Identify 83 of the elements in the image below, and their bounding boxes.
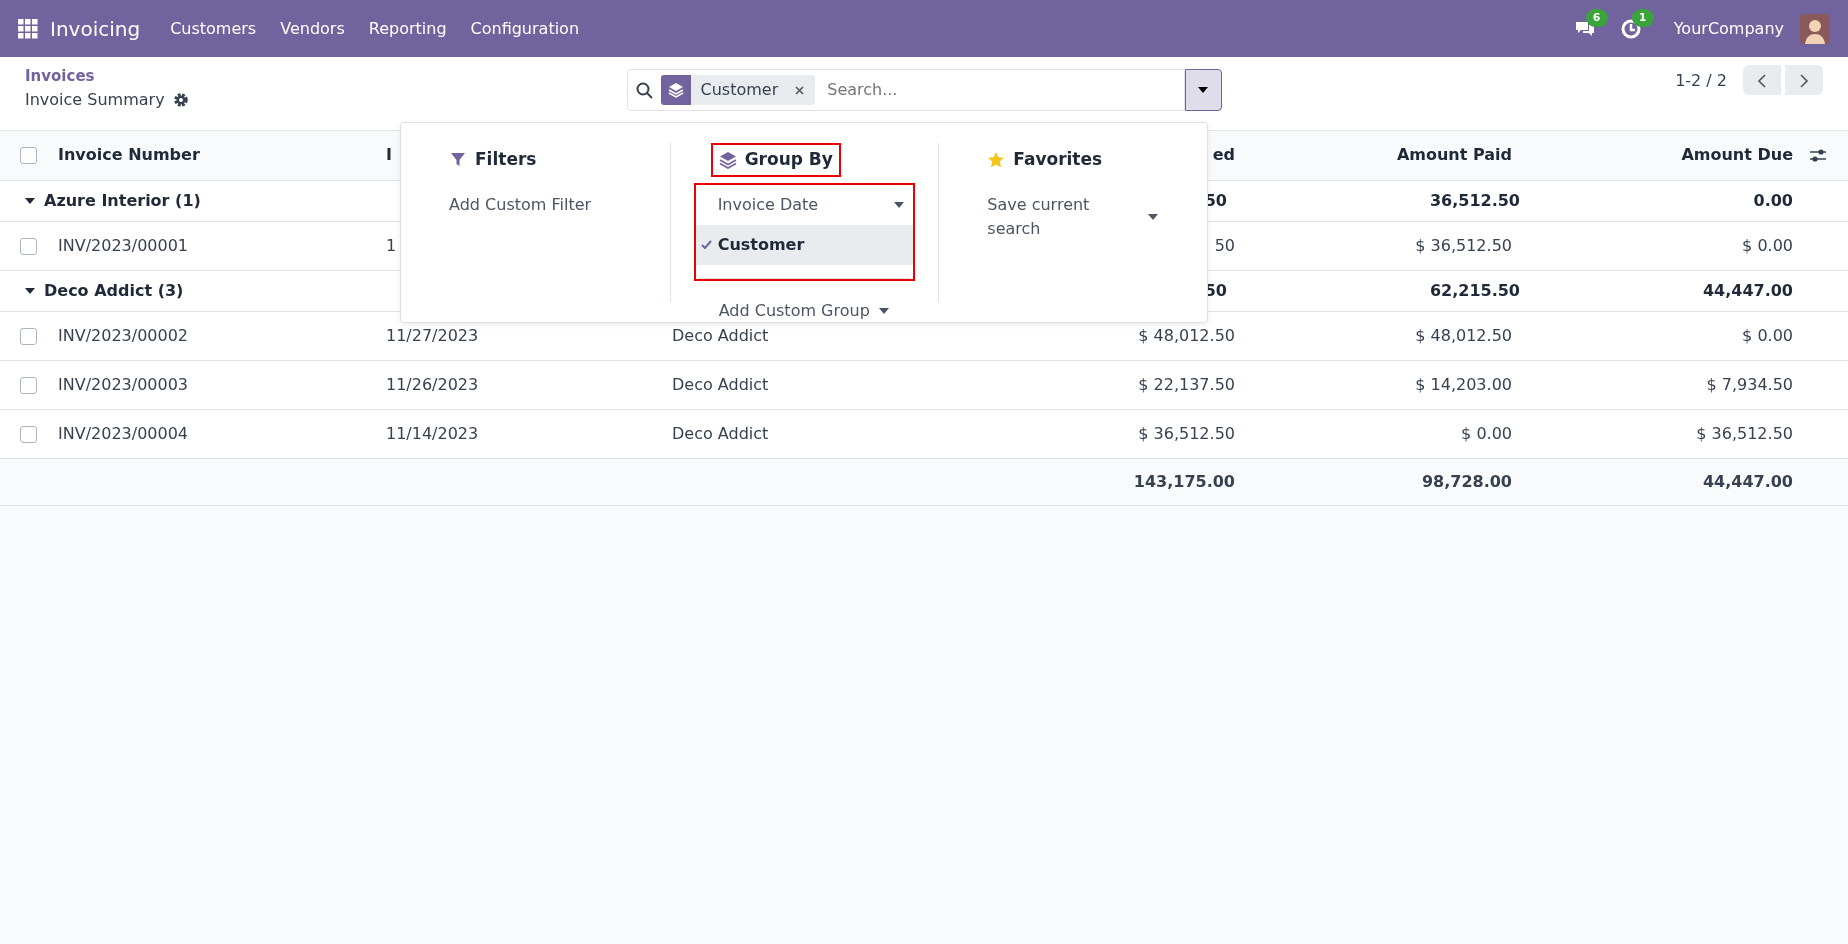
table-cell: $ 48,012.50: [1138, 325, 1235, 345]
table-cell: $ 0.00: [1461, 423, 1512, 443]
table-cell: $ 0.00: [1742, 235, 1793, 255]
table-cell: Deco Addict: [672, 374, 769, 394]
count-badge: 1: [1631, 8, 1654, 28]
table-cell: 11/14/2023: [386, 423, 479, 443]
caret-icon: [878, 306, 891, 315]
caret-icon: [1147, 212, 1159, 221]
table-cell: INV/2023/00004: [58, 423, 189, 443]
gear-icon[interactable]: [172, 91, 189, 108]
table-cell: $ 36,512.50: [1138, 423, 1235, 443]
table-cell: 50: [1214, 235, 1235, 255]
table-cell: $ 0.00: [1742, 325, 1793, 345]
table-cell: $ 14,203.00: [1415, 374, 1512, 394]
filter-icon: [449, 150, 467, 169]
star-icon: [987, 150, 1006, 169]
table-cell: INV/2023/00003: [58, 374, 189, 394]
row-checkbox[interactable]: [20, 376, 37, 394]
search-field[interactable]: Customer Search...: [626, 69, 1185, 111]
table-cell: INV/2023/00001: [58, 235, 189, 255]
count-badge: 6: [1585, 8, 1608, 28]
column-header[interactable]: I: [386, 145, 392, 165]
table-cell: $ 22,137.50: [1138, 374, 1235, 394]
total-value: 44,447.00: [1702, 471, 1793, 491]
table-cell: Deco Addict: [672, 325, 769, 345]
breadcrumb-link[interactable]: Invoices: [25, 65, 585, 88]
layers-icon: [718, 150, 737, 169]
table-cell: 11/27/2023: [386, 325, 479, 345]
select-all-checkbox[interactable]: [20, 147, 37, 165]
caret-icon: [893, 200, 906, 209]
apps-menu-icon[interactable]: [18, 18, 38, 39]
table-cell: Deco Addict: [672, 423, 769, 443]
close-icon[interactable]: [794, 84, 806, 96]
clock-icon[interactable]: [1619, 18, 1642, 40]
group-total: 62,215.50: [1429, 280, 1520, 300]
layers-icon: [667, 82, 684, 98]
section-title: Favorites: [979, 143, 1111, 177]
menu-link[interactable]: Reporting: [356, 16, 459, 41]
row-checkbox[interactable]: [20, 237, 37, 255]
section-title: Filters: [441, 143, 545, 177]
table-cell: $ 36,512.50: [1696, 423, 1793, 443]
avatar-icon[interactable]: [1800, 13, 1830, 44]
menu-item[interactable]: Customer: [695, 224, 914, 265]
table-cell: INV/2023/00002: [58, 325, 189, 345]
pager-value: 1-2 / 2: [1675, 70, 1727, 92]
group-total: 44,447.00: [1702, 280, 1793, 300]
menu-link[interactable]: Vendors: [268, 16, 357, 41]
search-options-toggle[interactable]: [1184, 69, 1222, 111]
table-cell: $ 7,934.50: [1706, 374, 1793, 394]
row-checkbox[interactable]: [20, 425, 37, 443]
facet-label: Customer: [700, 79, 779, 101]
group-total: 0.00: [1753, 190, 1793, 210]
column-header[interactable]: ed: [1212, 145, 1235, 165]
check-icon: [700, 239, 712, 249]
table-cell: 11/26/2023: [386, 374, 479, 394]
menu-item[interactable]: Save current search: [979, 184, 1167, 249]
page-title: Invoice Summary: [25, 88, 165, 111]
total-value: 98,728.00: [1421, 471, 1512, 491]
menu-item[interactable]: Add Custom Filter: [441, 184, 630, 225]
table-cell: $ 36,512.50: [1415, 235, 1512, 255]
menu-link[interactable]: Configuration: [458, 16, 592, 41]
group-header[interactable]: Azure Interior (1): [24, 189, 201, 213]
caret-icon: [1197, 86, 1209, 94]
sliders-icon[interactable]: [1809, 147, 1827, 165]
group-header[interactable]: Deco Addict (3): [24, 279, 184, 303]
menu-item[interactable]: Invoice Date: [695, 184, 914, 225]
next-button[interactable]: [1785, 65, 1823, 95]
app-name[interactable]: Invoicing: [50, 13, 141, 44]
column-header[interactable]: Amount Due: [1681, 145, 1793, 165]
column-header[interactable]: Amount Paid: [1396, 145, 1512, 165]
menu-link[interactable]: Customers: [158, 16, 269, 41]
chevron-left-icon: [1757, 73, 1767, 88]
total-value: 143,175.00: [1133, 471, 1235, 491]
column-header[interactable]: Invoice Number: [58, 145, 200, 165]
group-total: 36,512.50: [1429, 190, 1520, 210]
table-cell: 1: [386, 235, 397, 255]
chevron-right-icon: [1799, 73, 1809, 88]
company-name[interactable]: YourCompany: [1673, 16, 1784, 41]
row-checkbox[interactable]: [20, 327, 37, 345]
section-title: Group By: [710, 143, 841, 177]
table-cell: $ 48,012.50: [1415, 325, 1512, 345]
previous-button[interactable]: [1743, 65, 1781, 95]
search-icon: [635, 81, 653, 99]
